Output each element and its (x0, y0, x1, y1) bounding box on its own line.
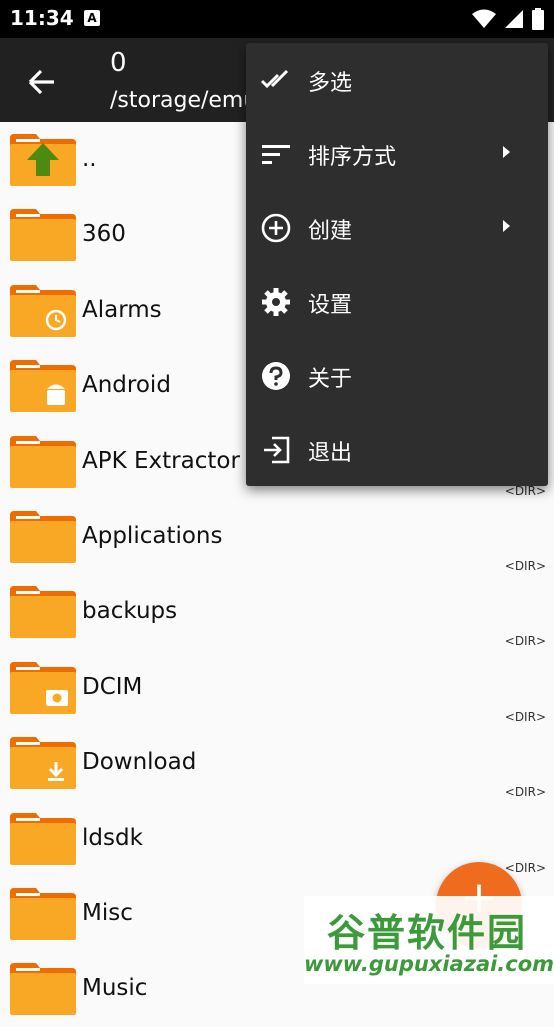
add-circle-icon (261, 213, 291, 243)
exit-icon (264, 436, 290, 464)
folder-title: 0 (110, 48, 127, 78)
folder-icon (10, 661, 76, 714)
file-name: backups (82, 598, 178, 625)
folder-icon (10, 887, 76, 940)
wifi-icon (472, 9, 496, 28)
folder-icon (10, 586, 76, 639)
folder-icon (10, 209, 76, 262)
menu-item-label: 设置 (308, 293, 353, 318)
folder-icon (10, 284, 76, 337)
file-row[interactable]: DCIM <DIR> (0, 650, 554, 725)
file-name: Android (82, 372, 171, 399)
overflow-menu: 多选排序方式创建设置关于退出 (246, 43, 548, 486)
menu-item-label: 退出 (308, 441, 353, 466)
folder-icon (10, 510, 76, 563)
notification-icon: A (84, 10, 100, 26)
status-time: 11:34 (10, 6, 74, 30)
menu-item[interactable]: 退出 (246, 413, 548, 487)
submenu-arrow-icon (503, 220, 510, 232)
menu-item-label: 关于 (308, 367, 353, 392)
menu-item-label: 创建 (308, 219, 353, 244)
menu-item[interactable]: 设置 (246, 265, 548, 339)
folder-icon (10, 360, 76, 413)
folder-icon (10, 737, 76, 790)
file-name: Music (82, 975, 148, 1002)
arrow-back-icon (28, 69, 54, 95)
file-name: Download (82, 749, 197, 776)
file-row[interactable]: Download <DIR> (0, 725, 554, 800)
watermark-logo-text: 谷普软件园 (326, 911, 527, 955)
watermark: 谷普软件园 www.gupuxiazai.com (304, 896, 554, 984)
sort-icon (262, 145, 290, 164)
battery-icon (532, 8, 544, 30)
folder-icon (10, 812, 76, 865)
file-row[interactable]: Applications <DIR> (0, 499, 554, 574)
file-name: Misc (82, 899, 133, 926)
watermark-url: www.gupuxiazai.com (304, 952, 554, 976)
file-name: DCIM (82, 673, 143, 700)
file-meta: <DIR> (504, 709, 546, 724)
menu-item-label: 排序方式 (308, 145, 397, 170)
file-meta: <DIR> (504, 785, 546, 800)
file-name: .. (82, 146, 97, 172)
file-name: 360 (82, 221, 126, 248)
folder-icon (10, 134, 76, 186)
double-check-icon (260, 69, 289, 89)
menu-item[interactable]: 关于 (246, 339, 548, 413)
back-button[interactable] (22, 62, 62, 102)
signal-icon (505, 10, 523, 28)
status-bar: 11:34 A (0, 0, 554, 38)
menu-item[interactable]: 排序方式 (246, 117, 548, 191)
gear-icon (262, 288, 290, 316)
menu-item-label: 多选 (308, 71, 353, 96)
submenu-arrow-icon (503, 146, 510, 158)
folder-icon (10, 435, 76, 488)
file-meta: <DIR> (504, 634, 546, 649)
menu-item[interactable]: 多选 (246, 43, 548, 117)
file-row[interactable]: backups <DIR> (0, 574, 554, 649)
file-name: Alarms (82, 296, 162, 323)
file-name: ldsdk (82, 824, 143, 851)
folder-icon (10, 963, 76, 1016)
file-name: Applications (82, 522, 223, 549)
file-meta: <DIR> (504, 558, 546, 573)
status-icons (472, 8, 544, 30)
help-icon (262, 362, 290, 390)
menu-item[interactable]: 创建 (246, 191, 548, 265)
